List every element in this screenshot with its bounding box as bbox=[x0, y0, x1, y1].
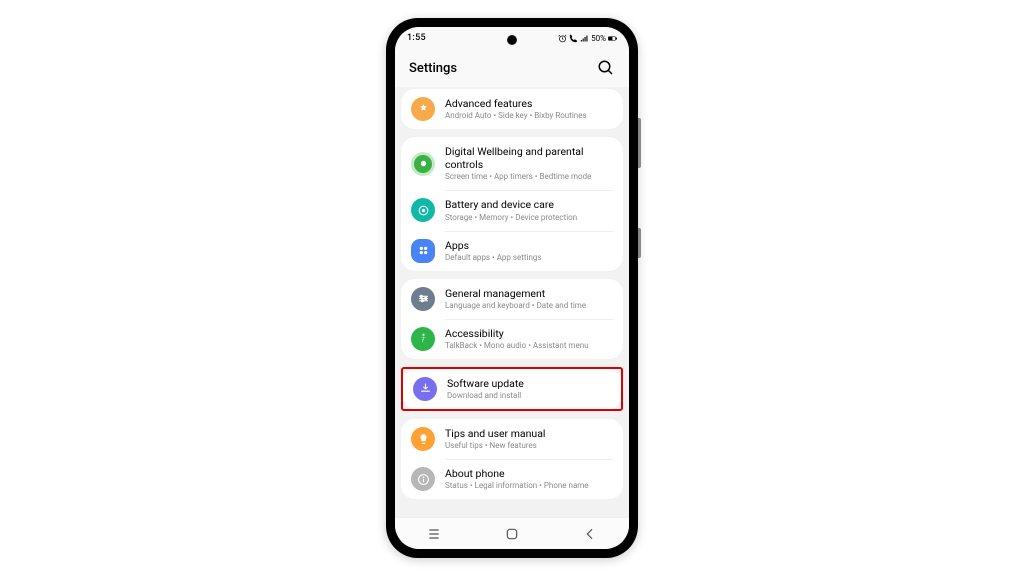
row-general-management[interactable]: General management Language and keyboard… bbox=[401, 279, 623, 319]
row-subtitle: Status • Legal information • Phone name bbox=[445, 481, 613, 491]
status-indicators: 50% bbox=[558, 34, 617, 43]
recents-button[interactable] bbox=[426, 526, 442, 542]
accessibility-icon bbox=[411, 327, 435, 351]
row-accessibility[interactable]: Accessibility TalkBack • Mono audio • As… bbox=[401, 319, 623, 359]
settings-group: Software update Download and install bbox=[403, 369, 621, 409]
row-title: Battery and device care bbox=[445, 198, 613, 211]
row-digital-wellbeing[interactable]: Digital Wellbeing and parental controls … bbox=[401, 137, 623, 190]
row-subtitle: Useful tips • New features bbox=[445, 441, 613, 451]
call-icon bbox=[569, 34, 578, 43]
phone-frame: 1:55 50% Settings Advanced featu bbox=[386, 18, 638, 558]
volume-button bbox=[638, 118, 641, 168]
row-title: Tips and user manual bbox=[445, 427, 613, 440]
software-update-icon bbox=[413, 377, 437, 401]
row-apps[interactable]: Apps Default apps • App settings bbox=[401, 231, 623, 271]
row-title: Advanced features bbox=[445, 97, 613, 110]
battery-text: 50% bbox=[591, 34, 606, 43]
settings-group: Digital Wellbeing and parental controls … bbox=[401, 137, 623, 271]
settings-group: Advanced features Android Auto • Side ke… bbox=[401, 89, 623, 129]
row-subtitle: Screen time • App timers • Bedtime mode bbox=[445, 172, 613, 182]
row-subtitle: Android Auto • Side key • Bixby Routines bbox=[445, 111, 613, 121]
settings-group: Tips and user manual Useful tips • New f… bbox=[401, 419, 623, 499]
row-subtitle: Default apps • App settings bbox=[445, 253, 613, 263]
apps-icon bbox=[411, 239, 435, 263]
row-battery-device-care[interactable]: Battery and device care Storage • Memory… bbox=[401, 190, 623, 230]
row-title: Software update bbox=[447, 377, 611, 390]
row-subtitle: TalkBack • Mono audio • Assistant menu bbox=[445, 341, 613, 351]
row-subtitle: Download and install bbox=[447, 391, 611, 401]
header: Settings bbox=[395, 49, 629, 87]
settings-list[interactable]: Advanced features Android Auto • Side ke… bbox=[395, 87, 629, 517]
general-management-icon bbox=[411, 287, 435, 311]
device-care-icon bbox=[411, 198, 435, 222]
advanced-features-icon bbox=[411, 97, 435, 121]
highlight-annotation: Software update Download and install bbox=[401, 367, 623, 411]
battery-icon bbox=[608, 34, 617, 43]
back-button[interactable] bbox=[582, 526, 598, 542]
search-icon[interactable] bbox=[597, 59, 615, 77]
row-subtitle: Language and keyboard • Date and time bbox=[445, 301, 613, 311]
power-button bbox=[638, 228, 641, 258]
digital-wellbeing-icon bbox=[411, 152, 435, 176]
about-phone-icon bbox=[411, 467, 435, 491]
row-title: About phone bbox=[445, 467, 613, 480]
settings-group: General management Language and keyboard… bbox=[401, 279, 623, 359]
row-title: Apps bbox=[445, 239, 613, 252]
row-software-update[interactable]: Software update Download and install bbox=[403, 369, 621, 409]
row-about-phone[interactable]: About phone Status • Legal information •… bbox=[401, 459, 623, 499]
row-title: Digital Wellbeing and parental controls bbox=[445, 145, 613, 171]
screen: 1:55 50% Settings Advanced featu bbox=[395, 27, 629, 549]
nav-bar bbox=[395, 517, 629, 549]
home-button[interactable] bbox=[504, 526, 520, 542]
row-title: General management bbox=[445, 287, 613, 300]
page-title: Settings bbox=[409, 61, 457, 76]
signal-icon bbox=[580, 34, 589, 43]
row-tips-manual[interactable]: Tips and user manual Useful tips • New f… bbox=[401, 419, 623, 459]
front-camera bbox=[507, 35, 517, 45]
row-advanced-features[interactable]: Advanced features Android Auto • Side ke… bbox=[401, 89, 623, 129]
row-title: Accessibility bbox=[445, 327, 613, 340]
alarm-icon bbox=[558, 34, 567, 43]
status-time: 1:55 bbox=[407, 33, 426, 43]
row-subtitle: Storage • Memory • Device protection bbox=[445, 213, 613, 223]
tips-icon bbox=[411, 427, 435, 451]
